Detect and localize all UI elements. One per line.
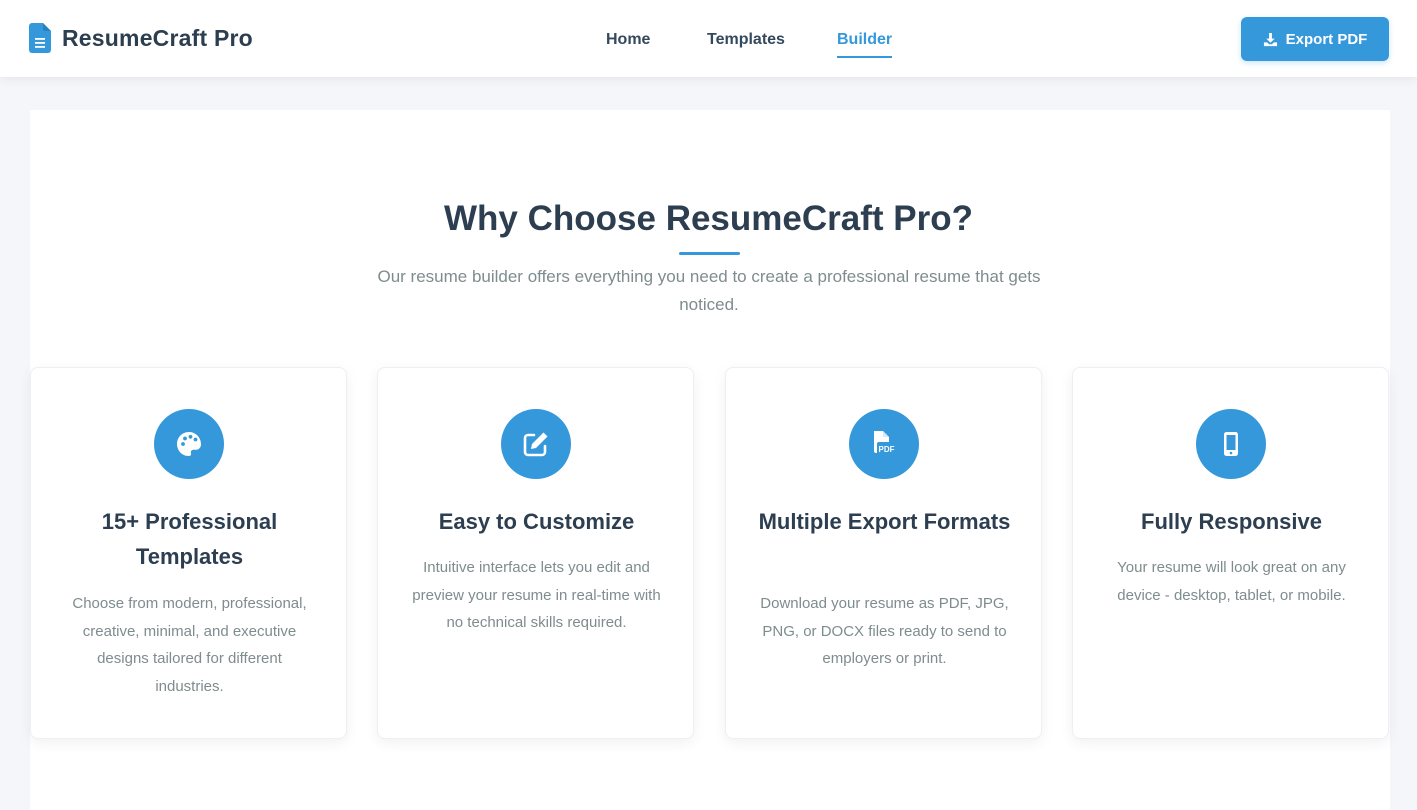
mobile-icon [1196, 409, 1266, 479]
feature-card-title: Fully Responsive [1141, 509, 1322, 534]
brand[interactable]: ResumeCraft Pro [29, 22, 253, 54]
nav-home-link[interactable]: Home [606, 30, 650, 50]
edit-icon [501, 409, 571, 479]
top-navbar: ResumeCraft Pro Home Templates Builder E… [0, 0, 1417, 77]
feature-card-description: Intuitive interface lets you edit and pr… [412, 559, 661, 631]
features-title: Why Choose ResumeCraft Pro? [444, 199, 973, 238]
pdf-file-icon: PDF [849, 409, 919, 479]
export-pdf-button[interactable]: Export PDF [1241, 17, 1389, 61]
feature-card-templates: 15+ Professional Templates Choose from m… [30, 367, 347, 739]
feature-card-customize: Easy to Customize Intuitive interface le… [377, 367, 694, 739]
brand-name: ResumeCraft Pro [62, 24, 253, 51]
feature-card-title: Easy to Customize [438, 509, 635, 534]
svg-text:PDF: PDF [879, 445, 895, 454]
feature-card-description: Your resume will look great on any devic… [1117, 559, 1346, 604]
download-icon [1263, 32, 1277, 46]
palette-icon [154, 409, 224, 479]
nav-builder-link[interactable]: Builder [837, 30, 893, 58]
feature-card-title: Multiple Export Formats [758, 509, 1011, 534]
file-document-icon [29, 23, 51, 53]
features-subtitle: Our resume builder offers everything you… [377, 267, 1041, 314]
nav-templates-link[interactable]: Templates [707, 30, 785, 50]
feature-card-title: 15+ Professional Templates [101, 509, 278, 569]
export-pdf-label: Export PDF [1285, 30, 1368, 48]
feature-card-export: PDF Multiple Export Formats Download you… [725, 367, 1042, 739]
feature-card-responsive: Fully Responsive Your resume will look g… [1072, 367, 1389, 739]
feature-card-description: Download your resume as PDF, JPG, PNG, o… [760, 595, 1009, 667]
title-underline [679, 252, 740, 255]
feature-card-description: Choose from modern, professional, creati… [72, 595, 307, 695]
